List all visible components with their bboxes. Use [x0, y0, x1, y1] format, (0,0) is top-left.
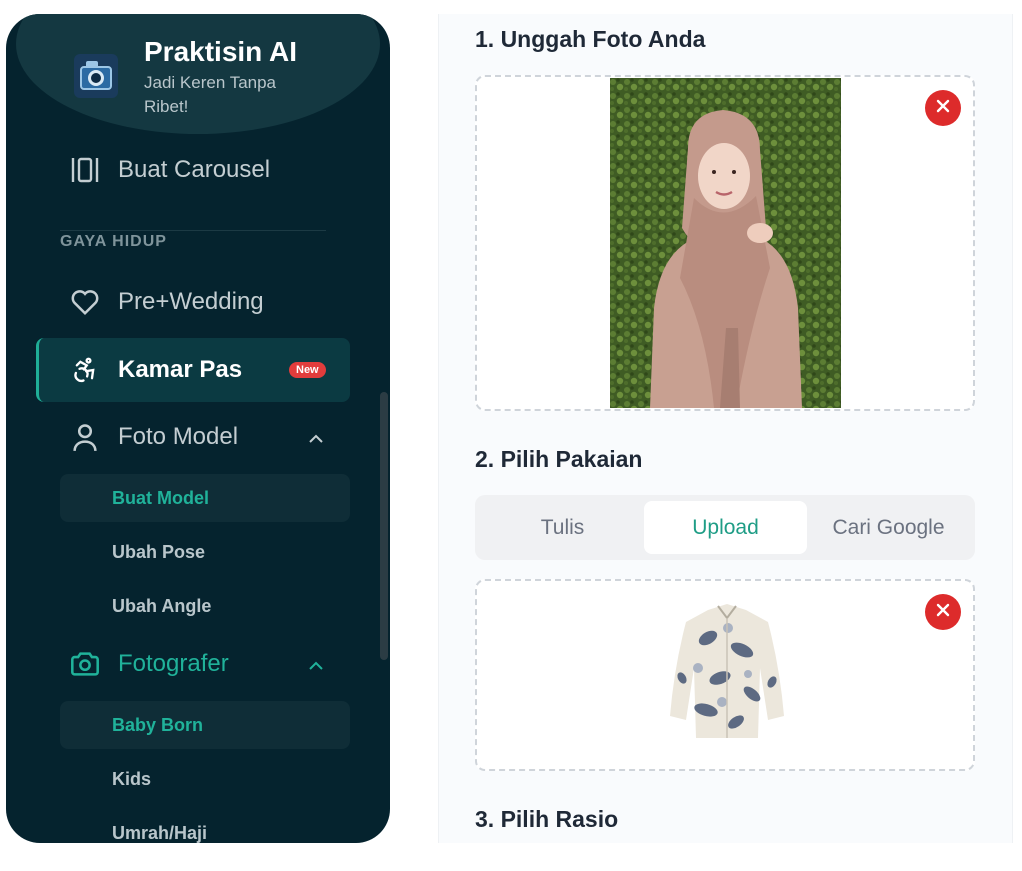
- clothing-source-tabs: Tulis Upload Cari Google: [475, 495, 975, 560]
- heart-icon: [70, 287, 100, 317]
- submenu-item-label: Baby Born: [112, 714, 204, 735]
- tab-upload[interactable]: Upload: [644, 501, 807, 554]
- uploaded-clothing-image: [668, 598, 786, 744]
- divider: [60, 230, 326, 231]
- sidebar-item-pre-wedding[interactable]: Pre+Wedding: [36, 270, 350, 334]
- close-icon: [936, 603, 950, 622]
- sidebar-item-label: Kamar Pas: [118, 356, 243, 383]
- sidebar-item-label: Buat Carousel: [118, 156, 271, 183]
- sidebar-item-foto-model[interactable]: Foto Model: [36, 405, 350, 469]
- submenu-item-ubah-angle[interactable]: Ubah Angle: [60, 582, 350, 630]
- submenu-item-label: Ubah Pose: [112, 541, 206, 562]
- submenu-item-kids[interactable]: Kids: [60, 755, 350, 803]
- sidebar-item-label: Pre+Wedding: [118, 288, 264, 315]
- user-icon: [70, 422, 100, 452]
- submenu-item-label: Buat Model: [112, 487, 209, 508]
- accessibility-icon: [70, 355, 100, 385]
- chevron-up-icon: [308, 650, 324, 678]
- remove-clothing-button[interactable]: [925, 594, 961, 630]
- new-badge: New: [289, 362, 326, 378]
- submenu-item-label: Ubah Angle: [112, 595, 212, 616]
- section-heading: GAYA HIDUP: [60, 233, 167, 250]
- brand-title: Praktisin AI: [144, 36, 298, 67]
- step-1-title: 1. Unggah Foto Anda: [475, 26, 706, 52]
- step-2-title: 2. Pilih Pakaian: [475, 446, 643, 472]
- sidebar: Praktisin AI Jadi Keren Tanpa Ribet! Bua…: [6, 14, 390, 843]
- close-icon: [936, 99, 950, 118]
- submenu-item-umrah-haji[interactable]: Umrah/Haji: [60, 809, 350, 843]
- divider: [1012, 14, 1013, 843]
- uploaded-photo: [610, 78, 841, 408]
- logo: [74, 54, 118, 98]
- carousel-icon: [70, 155, 100, 185]
- brand-subtitle: Jadi Keren Tanpa Ribet!: [144, 73, 277, 116]
- tab-tulis[interactable]: Tulis: [481, 501, 644, 554]
- sidebar-item-fotografer[interactable]: Fotografer: [36, 632, 350, 696]
- step-3-title: 3. Pilih Rasio: [475, 806, 619, 832]
- submenu-item-label: Umrah/Haji: [112, 822, 208, 843]
- camera-icon: [70, 649, 100, 679]
- sidebar-scrollbar[interactable]: [380, 392, 388, 660]
- remove-photo-button[interactable]: [925, 90, 961, 126]
- sidebar-item-kamar-pas[interactable]: Kamar Pas New: [36, 338, 350, 402]
- sidebar-item-label: Foto Model: [118, 423, 239, 450]
- submenu-item-baby-born[interactable]: Baby Born: [60, 701, 350, 749]
- submenu-item-ubah-pose[interactable]: Ubah Pose: [60, 528, 350, 576]
- sidebar-item-buat-carousel[interactable]: Buat Carousel: [36, 138, 350, 202]
- sidebar-item-label: Fotografer: [118, 650, 229, 677]
- submenu-item-label: Kids: [112, 768, 152, 789]
- submenu-item-buat-model[interactable]: Buat Model: [60, 474, 350, 522]
- tab-cari-google[interactable]: Cari Google: [807, 501, 970, 554]
- chevron-up-icon: [308, 423, 324, 451]
